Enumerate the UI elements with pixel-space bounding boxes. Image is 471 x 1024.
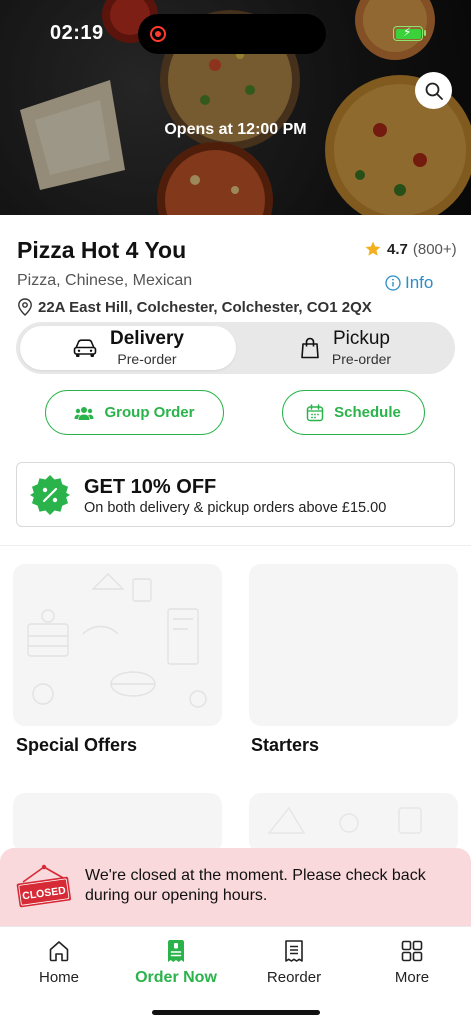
discount-badge-icon <box>30 475 70 515</box>
rating-score: 4.7 <box>387 240 408 258</box>
home-icon <box>49 941 69 962</box>
restaurant-name: Pizza Hot 4 You <box>17 237 187 263</box>
group-order-label: Group Order <box>104 404 195 421</box>
delivery-label: Delivery <box>110 327 184 349</box>
dynamic-island <box>138 14 326 54</box>
battery-icon: ⚡ <box>393 25 426 41</box>
nav-order-now[interactable]: Order Now <box>121 939 231 987</box>
order-icon <box>168 940 184 962</box>
order-mode-toggle: Delivery Pre-order Pickup Pre-order <box>16 322 455 374</box>
nav-order-now-label: Order Now <box>135 969 217 986</box>
nav-more-label: More <box>394 969 430 986</box>
category-card[interactable] <box>249 793 458 853</box>
pickup-label: Pickup <box>332 327 390 349</box>
group-order-button[interactable]: Group Order <box>45 390 224 435</box>
nav-home-label: Home <box>38 969 79 986</box>
doodle-pattern-image <box>267 806 422 834</box>
location-pin-icon <box>18 298 32 316</box>
calendar-icon <box>306 403 324 421</box>
section-divider <box>0 545 471 546</box>
category-card-starters[interactable] <box>249 564 458 726</box>
pickup-sub: Pre-order <box>331 350 392 367</box>
home-indicator <box>152 1010 320 1015</box>
pickup-option[interactable]: Pickup Pre-order <box>240 326 451 370</box>
recording-icon <box>150 26 166 42</box>
group-icon <box>74 406 94 420</box>
rating[interactable]: 4.7 (800+) <box>364 240 457 258</box>
nav-more[interactable]: More <box>357 939 467 986</box>
category-label-starters: Starters <box>251 735 320 755</box>
nav-reorder-label: Reorder <box>266 969 322 986</box>
status-time: 02:19 <box>50 22 104 44</box>
grid-icon <box>401 940 423 962</box>
promo-banner[interactable]: GET 10% OFF On both delivery & pickup or… <box>16 462 455 527</box>
rating-count: (800+) <box>412 240 457 258</box>
cuisine-list: Pizza, Chinese, Mexican <box>17 272 193 289</box>
opening-time-text: Opens at 12:00 PM <box>164 121 307 138</box>
closed-banner: CLOSED We're closed at the moment. Pleas… <box>0 848 471 926</box>
delivery-sub: Pre-order <box>117 350 177 367</box>
info-icon <box>385 275 401 291</box>
schedule-button[interactable]: Schedule <box>282 390 425 435</box>
bag-icon <box>301 337 319 359</box>
promo-description: On both delivery & pickup orders above £… <box>84 500 387 516</box>
star-icon <box>365 241 381 256</box>
category-card-special-offers[interactable] <box>13 564 222 726</box>
doodle-pattern-image <box>27 573 207 708</box>
nav-reorder[interactable]: Reorder <box>239 939 349 986</box>
nav-home[interactable]: Home <box>4 939 114 986</box>
address: 22A East Hill, Colchester, Colchester, C… <box>17 298 372 316</box>
info-link[interactable]: Info <box>385 273 433 293</box>
promo-headline: GET 10% OFF <box>84 476 217 498</box>
hero-banner: 02:19 ⚡ Opens at 12:00 PM <box>0 0 471 215</box>
search-button[interactable] <box>415 72 452 109</box>
address-text: 22A East Hill, Colchester, Colchester, C… <box>38 298 372 316</box>
car-icon <box>73 339 97 357</box>
info-label: Info <box>405 273 434 292</box>
search-icon <box>425 82 443 100</box>
closed-message: We're closed at the moment. Please check… <box>85 867 426 904</box>
category-card[interactable] <box>13 793 222 853</box>
delivery-option[interactable]: Delivery Pre-order <box>20 326 236 370</box>
schedule-label: Schedule <box>334 404 401 421</box>
category-label-special-offers: Special Offers <box>16 735 138 755</box>
receipt-icon <box>285 940 303 962</box>
closed-sign-icon: CLOSED <box>16 864 72 908</box>
